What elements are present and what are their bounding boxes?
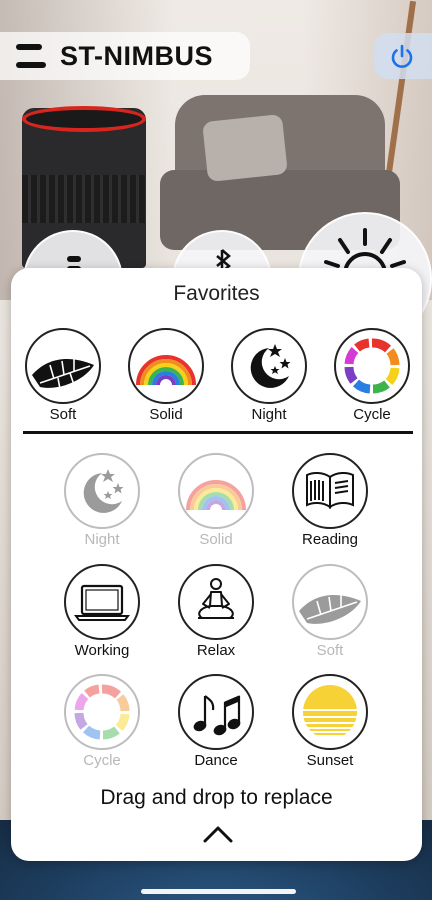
rainbow-icon [178,453,254,529]
favorite-cycle[interactable]: Cycle [324,328,420,423]
mode-dance[interactable]: Dance [168,674,264,769]
favorites-title: Favorites [173,282,260,305]
mode-soft[interactable]: Soft [282,564,378,659]
chevron-up-icon[interactable] [202,820,234,846]
mode-sunset[interactable]: Sunset [282,674,378,769]
book-icon [292,453,368,529]
mode-relax[interactable]: Relax [168,564,264,659]
device-title: ST-NIMBUS [60,40,213,71]
moon-stars-icon [64,453,140,529]
color-ring-icon [334,328,410,404]
drag-instruction: Drag and drop to replace [100,786,333,809]
sunset-icon [292,674,368,750]
home-indicator[interactable] [141,889,296,894]
feather-icon [292,564,368,640]
moon-stars-icon [231,328,307,404]
favorite-night[interactable]: Night [221,328,317,423]
mode-night[interactable]: Night [54,453,150,548]
power-button[interactable] [374,33,432,79]
rainbow-icon [128,328,204,404]
favorite-solid[interactable]: Solid [118,328,214,423]
power-icon [391,44,413,68]
feather-icon [25,328,101,404]
mode-cycle[interactable]: Cycle [54,674,150,769]
mode-reading[interactable]: Reading [282,453,378,548]
divider [23,431,413,434]
music-notes-icon [178,674,254,750]
device-title-bar[interactable]: ST-NIMBUS [0,32,250,80]
color-ring-icon [64,674,140,750]
favorite-soft[interactable]: Soft [15,328,111,423]
favorites-panel: Favorites Soft Solid Night Cycle Night S… [11,268,422,861]
mode-solid[interactable]: Solid [168,453,264,548]
hamburger-icon[interactable] [16,44,46,68]
meditation-icon [178,564,254,640]
mode-working[interactable]: Working [54,564,150,659]
laptop-icon [64,564,140,640]
